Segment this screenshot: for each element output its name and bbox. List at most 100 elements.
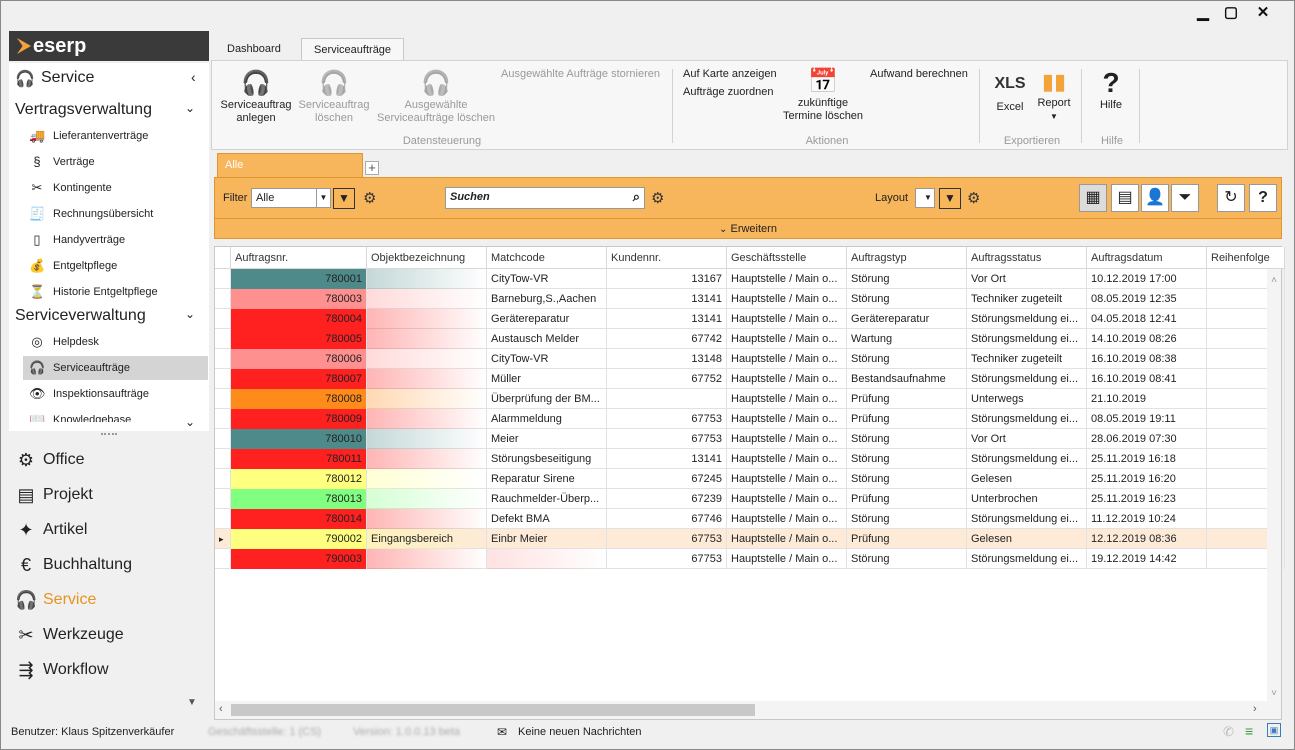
column-header[interactable]: Auftragsnr.: [231, 247, 367, 269]
sidebar-item-serviceaufträge[interactable]: 🎧 Serviceaufträge: [23, 356, 208, 380]
user-icon[interactable]: 👤: [1141, 184, 1169, 212]
group-vertragsverwaltung[interactable]: Vertragsverwaltung: [15, 101, 152, 119]
add-view-tab-button[interactable]: +: [365, 161, 379, 175]
table-row[interactable]: 780011 Störungsbeseitigung 13141 Hauptstell…: [215, 449, 1285, 469]
column-header[interactable]: Auftragsdatum: [1087, 247, 1207, 269]
delete-future-dates-button[interactable]: 📅 zukünftige Termine löschen: [778, 67, 868, 123]
cell-status: Vor Ort: [967, 269, 1087, 289]
assign-orders-button[interactable]: Aufträge zuordnen: [683, 86, 774, 98]
scrollbar-thumb[interactable]: [231, 704, 755, 716]
row-indicator: [215, 389, 231, 409]
scroll-down-icon[interactable]: ˅: [1267, 688, 1281, 699]
view-tab-alle[interactable]: Alle: [217, 153, 363, 177]
tab-serviceauftraege[interactable]: Serviceaufträge: [301, 38, 405, 60]
column-header[interactable]: Auftragstyp: [847, 247, 967, 269]
grid-layout-icon[interactable]: ▦: [1079, 184, 1107, 212]
sidebar-item-verträge[interactable]: § Verträge: [23, 150, 208, 174]
table-row[interactable]: 780003 Barneburg,S.,Aachen 13141 Hauptstell…: [215, 289, 1285, 309]
sidebar-service-header[interactable]: 🎧 Service ‹: [15, 69, 205, 89]
close-button[interactable]: ✕: [1249, 3, 1277, 23]
refresh-icon[interactable]: ↻: [1217, 184, 1245, 212]
column-header[interactable]: Reihenfolge: [1207, 247, 1285, 269]
layout-funnel-icon[interactable]: ▼: [939, 188, 961, 209]
multi-grid-icon[interactable]: ▤: [1111, 184, 1139, 212]
chevron-down-icon[interactable]: ⌄: [185, 101, 195, 115]
sidebar-item-entgeltpflege[interactable]: 💰 Entgeltpflege: [23, 254, 208, 278]
scroll-up-icon[interactable]: ˄: [1267, 275, 1281, 286]
sidebar-item-knowledgebase[interactable]: 📖 Knowledgebase: [23, 408, 208, 422]
filter-funnel-icon[interactable]: ▼: [333, 188, 355, 209]
show-map-button[interactable]: Auf Karte anzeigen: [683, 68, 777, 80]
sidebar-item-historie-entgeltpflege[interactable]: ⏳ Historie Entgeltpflege: [23, 280, 208, 304]
column-header[interactable]: Auftragsstatus: [967, 247, 1087, 269]
cancel-selected-button[interactable]: Ausgewählte Aufträge stornieren: [501, 68, 660, 80]
sidebar-item-inspektionsaufträge[interactable]: 👁 Inspektionsaufträge: [23, 382, 208, 406]
vertical-scrollbar[interactable]: ˄ ˅: [1267, 269, 1281, 701]
export-report-button[interactable]: ▮▮ Report ▼: [1034, 67, 1074, 123]
module-office[interactable]: ⚙ Office: [15, 444, 205, 476]
table-row[interactable]: ▸ 790002 Eingangsbereich Einbr Meier 67753 Ha…: [215, 529, 1285, 549]
table-row[interactable]: 780006 CityTow-VR 13148 Hauptstelle / Main …: [215, 349, 1285, 369]
column-header[interactable]: Geschäftsstelle: [727, 247, 847, 269]
module-artikel[interactable]: ✦ Artikel: [15, 514, 205, 546]
column-header[interactable]: Kundennr.: [607, 247, 727, 269]
table-row[interactable]: 780007 Müller 67752 Hauptstelle / Main o...…: [215, 369, 1285, 389]
group-serviceverwaltung[interactable]: Serviceverwaltung: [15, 307, 146, 325]
module-buchhaltung[interactable]: € Buchhaltung: [15, 549, 205, 581]
window-icon[interactable]: ▣: [1267, 723, 1281, 737]
horizontal-scrollbar[interactable]: ‹ ›: [215, 701, 1281, 719]
table-row[interactable]: 780014 Defekt BMA 67746 Hauptstelle / Main …: [215, 509, 1285, 529]
table-row[interactable]: 780008 Überprüfung der BM... Hauptstelle /…: [215, 389, 1285, 409]
delete-selected-button[interactable]: 🎧 Ausgewählte Serviceaufträge löschen: [376, 69, 496, 125]
table-row[interactable]: 790003 67753 Hauptstelle / Main o... Störun…: [215, 549, 1285, 569]
table-row[interactable]: 780004 Gerätereparatur 13141 Hauptstelle / …: [215, 309, 1285, 329]
sidebar-item-kontingente[interactable]: ✂ Kontingente: [23, 176, 208, 200]
module-projekt[interactable]: ▤ Projekt: [15, 479, 205, 511]
module-workflow[interactable]: ⇶ Workflow: [15, 654, 205, 686]
delete-serviceauftrag-button[interactable]: 🎧 Serviceauftrag löschen: [296, 69, 372, 125]
sidebar-item-handyverträge[interactable]: ▯ Handyverträge: [23, 228, 208, 252]
cell-kunde: 67753: [607, 529, 727, 549]
splitter-handle[interactable]: [101, 433, 117, 436]
scroll-down-icon[interactable]: ⌄: [185, 415, 195, 429]
export-excel-button[interactable]: XLS Excel: [990, 73, 1030, 114]
calc-effort-button[interactable]: Aufwand berechnen: [870, 68, 968, 80]
table-row[interactable]: 780001 CityTow-VR 13167 Hauptstelle / Main …: [215, 269, 1285, 289]
filter-label: Filter: [223, 192, 248, 204]
chevron-down-icon[interactable]: ⌄: [185, 307, 195, 321]
filter-settings-icon[interactable]: ⏷: [1171, 184, 1199, 212]
ribbon-separator: [1139, 69, 1140, 143]
collapse-left-icon[interactable]: ‹: [191, 69, 196, 85]
maximize-button[interactable]: ▢: [1217, 3, 1245, 23]
table-row[interactable]: 780012 Reparatur Sirene 67245 Hauptstelle /…: [215, 469, 1285, 489]
module-service[interactable]: 🎧 Service: [15, 584, 205, 616]
column-header[interactable]: Objektbezeichnung: [367, 247, 487, 269]
table-row[interactable]: 780005 Austausch Melder 67742 Hauptstelle /…: [215, 329, 1285, 349]
cell-typ: Prüfung: [847, 409, 967, 429]
scroll-right-icon[interactable]: ›: [1253, 703, 1257, 715]
status-messages[interactable]: Keine neuen Nachrichten: [518, 726, 642, 738]
table-row[interactable]: 780010 Meier 67753 Hauptstelle / Main o... S…: [215, 429, 1285, 449]
expand-toggle[interactable]: ⌄ Erweitern: [215, 218, 1281, 238]
phone-icon[interactable]: ✆: [1223, 724, 1234, 740]
tab-dashboard[interactable]: Dashboard: [215, 38, 293, 60]
minimize-button[interactable]: ▁: [1189, 3, 1217, 23]
sidebar-item-helpdesk[interactable]: ◎ Helpdesk: [23, 330, 208, 354]
table-row[interactable]: 780013 Rauchmelder-Überp... 67239 Hauptstel…: [215, 489, 1285, 509]
search-settings-gear-icon[interactable]: ⚙: [651, 189, 664, 207]
table-row[interactable]: 780009 Alarmmeldung 67753 Hauptstelle / Mai…: [215, 409, 1285, 429]
filter-select[interactable]: Alle ▼: [251, 188, 331, 208]
sidebar-item-lieferantenverträge[interactable]: 🚚 Lieferantenverträge: [23, 124, 208, 148]
help-question-icon[interactable]: ?: [1249, 184, 1277, 212]
module-werkzeuge[interactable]: ✂ Werkzeuge: [15, 619, 205, 651]
layout-settings-gear-icon[interactable]: ⚙: [967, 189, 980, 207]
sidebar-item-rechnungsübersicht[interactable]: 🧾 Rechnungsübersicht: [23, 202, 208, 226]
column-header[interactable]: Matchcode: [487, 247, 607, 269]
help-button[interactable]: ? Hilfe: [1092, 67, 1130, 112]
create-serviceauftrag-button[interactable]: 🎧 Serviceauftrag anlegen: [218, 69, 294, 125]
modules-scroll-icon[interactable]: ▼: [187, 697, 197, 708]
scroll-left-icon[interactable]: ‹: [219, 703, 223, 715]
filter-settings-gear-icon[interactable]: ⚙: [363, 189, 376, 207]
layout-select[interactable]: ▼: [915, 188, 935, 208]
search-input[interactable]: Suchen ⌕: [445, 187, 645, 209]
